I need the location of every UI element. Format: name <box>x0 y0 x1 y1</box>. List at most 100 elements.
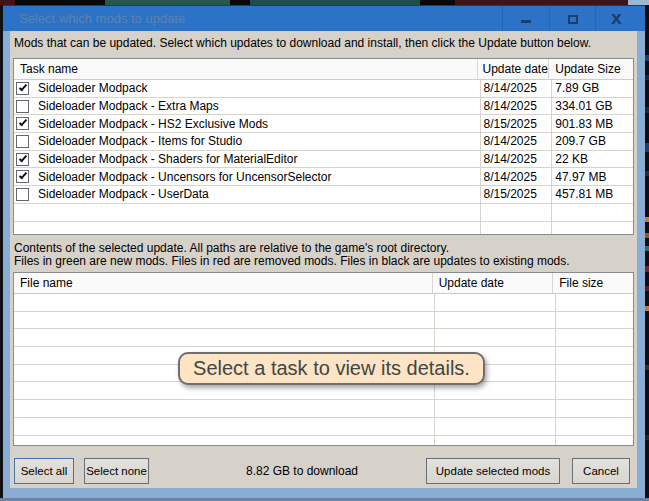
title-bar[interactable]: Select which mods to update X <box>3 5 645 31</box>
task-row[interactable]: Sideloader Modpack - HS2 Exclusive Mods 8… <box>14 115 633 133</box>
task-row[interactable]: Sideloader Modpack - UserData 8/15/202545… <box>14 186 633 204</box>
background-speck <box>645 233 649 238</box>
task-row-date: 8/14/2025 <box>478 151 549 168</box>
file-list-header: File name Update date File size <box>14 273 633 294</box>
instruction-label: Mods that can be updated. Select which u… <box>14 36 591 50</box>
background-speck <box>645 306 649 311</box>
task-row-name: Sideloader Modpack - UserData <box>14 186 478 203</box>
minimize-button[interactable] <box>502 6 549 32</box>
check-icon <box>19 153 27 162</box>
background-right-strip <box>645 5 649 501</box>
column-header-update-size[interactable]: Update Size <box>549 59 633 79</box>
close-button[interactable]: X <box>595 6 637 32</box>
minimize-icon <box>521 20 531 23</box>
empty-row <box>14 382 633 400</box>
maximize-button[interactable] <box>549 6 595 32</box>
task-row[interactable]: Sideloader Modpack - Items for Studio8/1… <box>14 133 633 151</box>
column-header-update-date[interactable]: Update date <box>478 59 549 79</box>
background-speck <box>645 143 649 152</box>
task-row-name: Sideloader Modpack - Uncensors for Uncen… <box>14 168 478 185</box>
row-checkbox[interactable] <box>16 188 29 201</box>
dialog-window: Select which mods to update X Mods that … <box>3 5 645 498</box>
update-selected-mods-button[interactable]: Update selected mods <box>426 458 560 484</box>
task-row[interactable]: Sideloader Modpack - Extra Maps 8/14/2025… <box>14 98 633 116</box>
task-row-date: 8/14/2025 <box>478 168 549 185</box>
row-checkbox[interactable] <box>16 153 29 166</box>
background-speck <box>645 365 649 370</box>
task-row[interactable]: Sideloader Modpack - Shaders for Materia… <box>14 151 633 169</box>
details-tooltip: Select a task to view its details. <box>178 352 485 385</box>
background-speck <box>645 266 649 272</box>
task-row-date: 8/14/2025 <box>478 80 549 97</box>
task-list[interactable]: Task name Update date Update Size Sidelo… <box>13 58 634 235</box>
task-row-size: 22 KB <box>549 151 633 168</box>
background-speck <box>645 217 649 222</box>
background-speck <box>645 107 649 113</box>
background-speck <box>645 246 649 251</box>
window-title: Select which mods to update <box>19 6 185 32</box>
background-speck <box>645 171 649 176</box>
empty-row <box>14 222 633 236</box>
close-icon: X <box>611 12 622 26</box>
task-row-size: 7.89 GB <box>549 80 633 97</box>
task-list-header: Task name Update date Update Size <box>14 59 633 80</box>
row-checkbox[interactable] <box>16 100 29 113</box>
gridline-vertical <box>551 80 552 235</box>
background-speck <box>645 435 649 440</box>
empty-row <box>14 418 633 436</box>
empty-row <box>14 294 633 312</box>
row-name-text: Sideloader Modpack <box>38 81 147 95</box>
contents-label-line2: Files in green are new mods. Files in re… <box>14 255 570 268</box>
row-name-text: Sideloader Modpack - Uncensors for Uncen… <box>38 170 331 184</box>
empty-row <box>14 204 633 222</box>
empty-row <box>14 400 633 418</box>
row-name-text: Sideloader Modpack - Extra Maps <box>38 99 219 113</box>
task-row[interactable]: Sideloader Modpack 8/14/20257.89 GB <box>14 80 633 98</box>
row-name-text: Sideloader Modpack - UserData <box>38 187 209 201</box>
check-icon <box>19 118 27 127</box>
task-row-size: 209.7 GB <box>549 133 633 150</box>
task-row-name: Sideloader Modpack - Items for Studio <box>14 133 478 150</box>
empty-row <box>14 312 633 330</box>
row-checkbox[interactable] <box>16 117 29 130</box>
window-border-left <box>3 31 10 498</box>
task-row-date: 8/14/2025 <box>478 98 549 115</box>
row-name-text: Sideloader Modpack - Shaders for Materia… <box>38 152 297 166</box>
column-header-file-name[interactable]: File name <box>14 273 433 293</box>
cancel-button[interactable]: Cancel <box>572 458 630 484</box>
row-name-text: Sideloader Modpack - Items for Studio <box>38 134 242 148</box>
task-row-name: Sideloader Modpack - HS2 Exclusive Mods <box>14 115 478 132</box>
empty-row <box>14 329 633 347</box>
select-none-button[interactable]: Select none <box>84 458 149 484</box>
check-icon <box>19 83 27 92</box>
task-row-name: Sideloader Modpack - Shaders for Materia… <box>14 151 478 168</box>
row-name-text: Sideloader Modpack - HS2 Exclusive Mods <box>38 117 268 131</box>
contents-label: Contents of the selected update. All pat… <box>14 242 570 268</box>
background-speck <box>645 55 649 61</box>
gridline-vertical <box>555 294 556 446</box>
task-list-body: Sideloader Modpack8/14/20257.89 GBSidelo… <box>14 80 633 235</box>
download-total-label: 8.82 GB to download <box>192 458 412 484</box>
gridline-vertical <box>480 80 481 235</box>
task-row-name: Sideloader Modpack <box>14 80 478 97</box>
empty-row <box>14 436 633 447</box>
column-header-update-date[interactable]: Update date <box>433 273 554 293</box>
row-checkbox[interactable] <box>16 82 29 95</box>
task-row[interactable]: Sideloader Modpack - Uncensors for Uncen… <box>14 168 633 186</box>
task-row-size: 47.97 MB <box>549 168 633 185</box>
task-row-date: 8/15/2025 <box>478 186 549 203</box>
background-speck <box>645 75 649 80</box>
task-row-date: 8/15/2025 <box>478 115 549 132</box>
task-row-name: Sideloader Modpack - Extra Maps <box>14 98 478 115</box>
background-speck <box>645 286 649 291</box>
maximize-icon <box>568 15 578 24</box>
column-header-task-name[interactable]: Task name <box>14 59 478 79</box>
task-row-size: 901.83 MB <box>549 115 633 132</box>
row-checkbox[interactable] <box>16 170 29 183</box>
row-checkbox[interactable] <box>16 135 29 148</box>
column-header-file-size[interactable]: File size <box>553 273 633 293</box>
window-border-right <box>637 31 645 498</box>
task-row-size: 457.81 MB <box>549 186 633 203</box>
select-all-button[interactable]: Select all <box>14 458 74 484</box>
task-row-size: 334.01 GB <box>549 98 633 115</box>
